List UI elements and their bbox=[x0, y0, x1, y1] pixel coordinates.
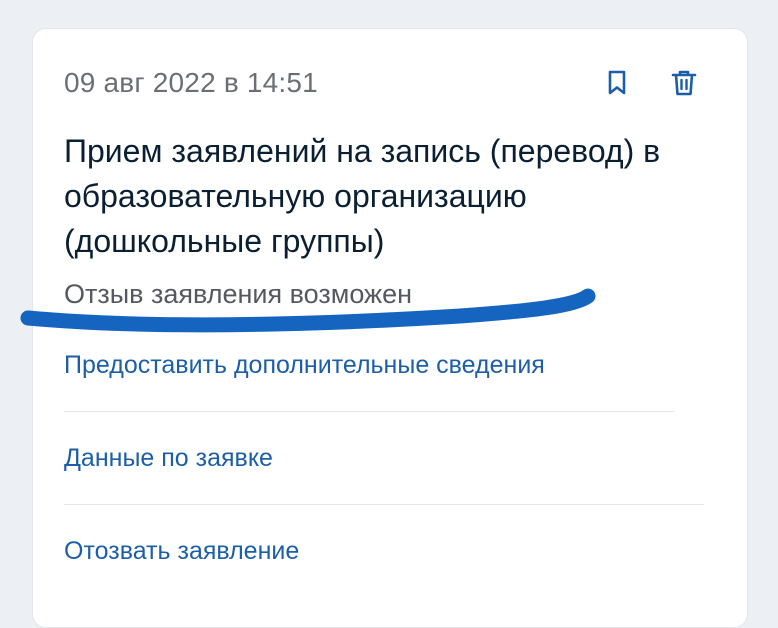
bookmark-icon bbox=[608, 70, 626, 95]
service-title: Прием заявлений на запись (перевод) в об… bbox=[64, 133, 661, 259]
delete-button[interactable] bbox=[667, 65, 701, 101]
provide-additional-info-link[interactable]: Предоставить дополнительные сведения bbox=[64, 351, 545, 380]
divider bbox=[64, 504, 704, 505]
application-details-link[interactable]: Данные по заявке bbox=[64, 444, 273, 473]
application-card: 09 авг 2022 в 14:51 Прием заявлений на з… bbox=[32, 28, 748, 628]
application-date: 09 авг 2022 в 14:51 bbox=[64, 67, 318, 98]
status-text: Отзыв заявления возможен bbox=[64, 279, 413, 309]
withdraw-application-link[interactable]: Отозвать заявление bbox=[64, 537, 299, 566]
divider bbox=[64, 411, 674, 412]
trash-icon bbox=[671, 70, 697, 96]
bookmark-button[interactable] bbox=[600, 65, 634, 101]
